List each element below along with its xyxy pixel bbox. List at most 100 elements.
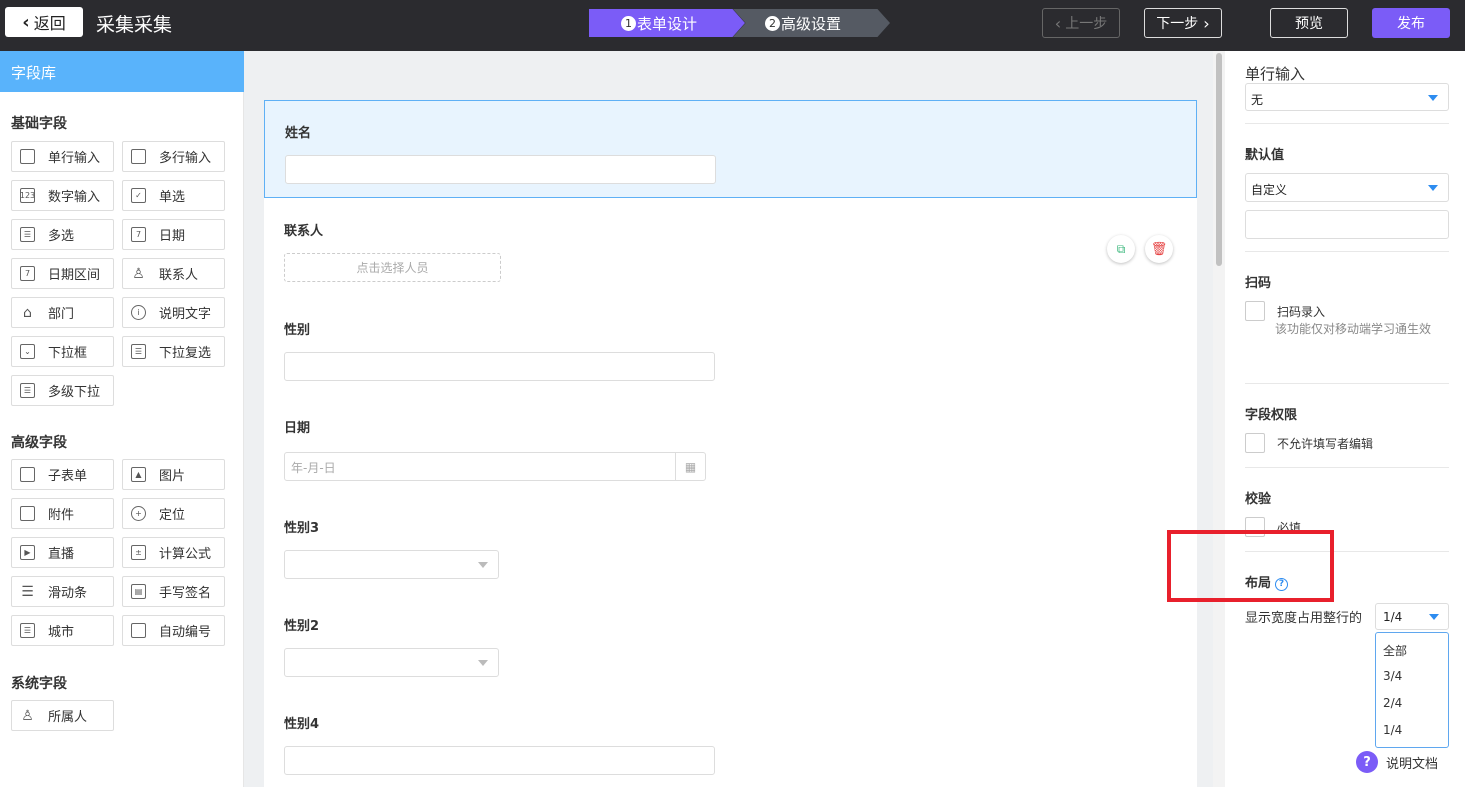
field-city[interactable]: ☰ 城市 [11, 615, 114, 646]
field-label: 下拉框 [48, 346, 88, 361]
text-field-icon [20, 149, 35, 164]
checkmark-box-icon: ✓ [131, 188, 146, 203]
field-auto-number[interactable]: 自动编号 [122, 615, 225, 646]
field-label: 性别3 [284, 521, 320, 536]
field-contact[interactable]: ♙ 联系人 [122, 258, 225, 289]
caret-down-icon [478, 562, 488, 568]
field-label: 图片 [159, 469, 186, 484]
field-label: 下拉复选 [159, 346, 212, 361]
form-item-gender4[interactable]: 性别4 [264, 692, 1197, 787]
field-number-input[interactable]: 123 数字输入 [11, 180, 114, 211]
field-label: 部门 [48, 307, 75, 322]
scan-checkbox[interactable] [1245, 301, 1265, 321]
scrollbar-thumb[interactable] [1216, 53, 1222, 266]
gender3-select[interactable] [284, 550, 499, 579]
field-multi-line-input[interactable]: 多行输入 [122, 141, 225, 172]
form-item-gender3[interactable]: 性别3 [264, 496, 1197, 596]
form-item-contact[interactable]: 联系人 点击选择人员 [264, 198, 1197, 298]
select-value: 1/4 [1383, 610, 1403, 624]
field-image[interactable]: ▲ 图片 [122, 459, 225, 490]
canvas-scrollbar[interactable] [1213, 51, 1225, 787]
field-description-text[interactable]: i 说明文字 [122, 297, 225, 328]
field-label: 手写签名 [159, 586, 212, 601]
gender-input[interactable] [284, 352, 715, 381]
calendar-icon[interactable]: ▦ [675, 453, 705, 480]
default-value-label: 默认值 [1245, 148, 1285, 163]
field-dropdown[interactable]: ⌄ 下拉框 [11, 336, 114, 367]
copy-icon: ⧉ [1116, 241, 1126, 256]
form-item-gender2[interactable]: 性别2 [264, 594, 1197, 694]
field-live[interactable]: ▶ 直播 [11, 537, 114, 568]
scan-label: 扫码 [1245, 276, 1272, 291]
field-attachment[interactable]: 附件 [11, 498, 114, 529]
select-person-button[interactable]: 点击选择人员 [284, 253, 501, 282]
width-option[interactable]: 2/4 [1383, 696, 1402, 710]
field-label: 数字输入 [48, 190, 101, 205]
field-cascade-dropdown[interactable]: ☰ 多级下拉 [11, 375, 114, 406]
select-value: 自定义 [1251, 183, 1288, 197]
field-date-range[interactable]: 7 日期区间 [11, 258, 114, 289]
folder-icon [20, 506, 35, 521]
system-fields-title: 系统字段 [11, 676, 67, 692]
chevron-left-icon: ‹ [22, 11, 30, 33]
step-label: 高级设置 [781, 14, 842, 33]
width-option[interactable]: 全部 [1383, 642, 1407, 659]
field-formula[interactable]: ± 计算公式 [122, 537, 225, 568]
text-field-icon [131, 623, 146, 638]
preview-button[interactable]: 预览 [1270, 8, 1348, 38]
field-slider[interactable]: ☰ 滑动条 [11, 576, 114, 607]
gender4-input[interactable] [284, 746, 715, 775]
field-multi-choice[interactable]: ☰ 多选 [11, 219, 114, 250]
permission-checkbox[interactable] [1245, 433, 1265, 453]
top-select[interactable]: 无 [1245, 83, 1449, 111]
tv-play-icon: ▶ [20, 545, 35, 560]
default-value-input[interactable] [1245, 210, 1449, 239]
field-subform[interactable]: 子表单 [11, 459, 114, 490]
top-bar: ‹ 返回 采集采集 1 表单设计 2 高级设置 ‹ 上一步 下一步 › 预览 发… [0, 0, 1465, 51]
field-date[interactable]: 7 日期 [122, 219, 225, 250]
next-step-button[interactable]: 下一步 › [1144, 8, 1222, 38]
form-item-name[interactable]: 姓名 [264, 100, 1197, 198]
width-dropdown-menu: 全部 3/4 2/4 1/4 [1375, 632, 1449, 748]
field-owner[interactable]: ♙ 所属人 [11, 700, 114, 731]
chevron-left-icon: ‹ [1054, 13, 1062, 33]
step-form-design[interactable]: 1 表单设计 [589, 9, 745, 37]
field-single-choice[interactable]: ✓ 单选 [122, 180, 225, 211]
panel-title: 单行输入 [1245, 65, 1306, 83]
scan-option-label: 扫码录入 [1277, 305, 1326, 319]
delete-field-button[interactable]: 🗑 [1145, 235, 1173, 263]
width-option[interactable]: 1/4 [1383, 723, 1402, 737]
prev-step-button[interactable]: ‹ 上一步 [1042, 8, 1120, 38]
caret-down-icon [1428, 95, 1438, 101]
field-label: 联系人 [284, 224, 324, 239]
divider [1245, 251, 1449, 252]
step-advanced-settings[interactable]: 2 高级设置 [733, 9, 890, 37]
publish-button[interactable]: 发布 [1372, 8, 1450, 38]
date-input[interactable]: 年-月-日 ▦ [284, 452, 706, 481]
info-icon: i [131, 305, 146, 320]
copy-field-button[interactable]: ⧉ [1107, 235, 1135, 263]
number-icon: 123 [20, 188, 35, 203]
form-item-date[interactable]: 日期 年-月-日 ▦ [264, 397, 1197, 497]
field-single-line-input[interactable]: 单行输入 [11, 141, 114, 172]
field-location[interactable]: + 定位 [122, 498, 225, 529]
field-label: 计算公式 [159, 547, 212, 562]
width-option[interactable]: 3/4 [1383, 669, 1402, 683]
form-canvas: 姓名 联系人 点击选择人员 性别 日期 年-月-日 ▦ 性别3 性别2 性别4 … [245, 51, 1213, 787]
width-select[interactable]: 1/4 [1375, 603, 1449, 630]
form-item-gender[interactable]: 性别 [264, 298, 1197, 398]
back-label: 返回 [33, 14, 66, 33]
docs-link[interactable]: ? 说明文档 [1356, 751, 1438, 773]
field-signature[interactable]: ▤ 手写签名 [122, 576, 225, 607]
image-icon: ▲ [131, 467, 146, 482]
default-value-select[interactable]: 自定义 [1245, 173, 1449, 202]
field-label: 单选 [159, 190, 186, 205]
name-input[interactable] [285, 155, 716, 184]
field-label: 子表单 [48, 469, 88, 484]
gender2-select[interactable] [284, 648, 499, 677]
field-label: 直播 [48, 547, 75, 562]
back-button[interactable]: ‹ 返回 [5, 7, 83, 37]
field-dropdown-multi[interactable]: ☰ 下拉复选 [122, 336, 225, 367]
list-checkbox-icon: ☰ [20, 227, 35, 242]
field-department[interactable]: ⌂ 部门 [11, 297, 114, 328]
